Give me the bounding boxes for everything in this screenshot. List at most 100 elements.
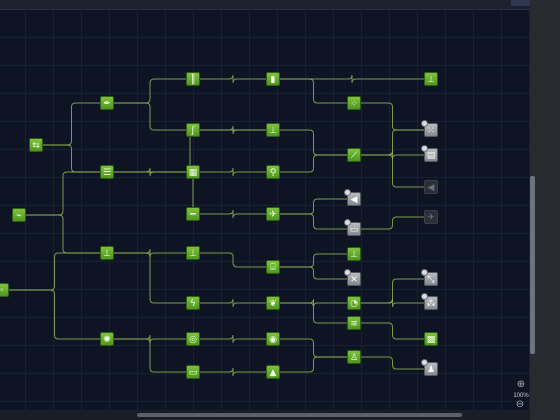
network-icon: ⁂ [426, 299, 436, 309]
radar-dish-node[interactable]: ⌁ [12, 208, 26, 222]
airplane-icon: ✈ [427, 213, 435, 223]
leaf-node[interactable]: ❦ [266, 296, 280, 310]
connection-wire [361, 154, 424, 188]
brush-node[interactable]: ʃ [186, 123, 200, 137]
input-port[interactable] [421, 120, 428, 127]
sensor-node-node[interactable]: ◦ [0, 283, 9, 297]
slash-icon: ⟋ [350, 151, 358, 161]
chip-node[interactable]: ▩ [424, 332, 438, 346]
probe-node[interactable]: ⊥ [266, 123, 280, 137]
play-back-icon: ◀ [350, 195, 358, 205]
connection-wire [26, 171, 100, 216]
connection-wire [200, 125, 266, 135]
input-port[interactable] [421, 269, 428, 276]
zoom-in-icon[interactable]: ⊕ [516, 380, 526, 390]
stack-icon: ☰ [102, 168, 112, 178]
probe-icon: ⊥ [269, 126, 277, 136]
input-port[interactable] [421, 293, 428, 300]
vial-icon: ⊥ [350, 250, 358, 260]
connection-wire [361, 356, 424, 370]
input-port[interactable] [421, 145, 428, 152]
scatter-icon: ⁙ [427, 126, 435, 136]
menu-node[interactable]: ≡ [347, 316, 361, 330]
airplane-node[interactable]: ✈ [424, 210, 438, 224]
tower-node[interactable]: ║ [186, 72, 200, 86]
bicycle-node[interactable]: ⚲ [266, 165, 280, 179]
lightbulb-icon: ✺ [103, 335, 111, 345]
shuffle-icon: ⇆ [32, 141, 40, 151]
connection-wire [200, 167, 266, 177]
brush-icon: ʃ [191, 126, 195, 136]
connection-wire [280, 78, 347, 104]
connection-wire [280, 213, 347, 230]
connection-wire [9, 252, 100, 291]
toolbar-corner-button[interactable] [511, 0, 530, 6]
node-graph-canvas[interactable]: ⇆✒⌁◦✐▦⊥✺║ʃ☰━⊥ϟ◎▭▮⊥⚲✈⌸❦◉▲⁘⟋⊥◔≡♙⁂▩⊥⁙▤◀▭✕⟍♟… [0, 10, 530, 410]
monitor-icon: ▭ [349, 225, 359, 235]
shuffle-node[interactable]: ⇆ [29, 138, 43, 152]
vertical-scrollbar-thumb[interactable] [530, 176, 535, 354]
top-toolbar [0, 0, 530, 10]
connection-wire [280, 302, 347, 324]
connection-wire [280, 356, 347, 373]
tower-icon: ║ [190, 75, 196, 85]
connection-wire [280, 74, 424, 84]
connection-wire [114, 252, 186, 304]
connection-wire [114, 102, 186, 131]
slider-node[interactable]: ━ [186, 207, 200, 221]
play-back-node[interactable]: ◀ [424, 180, 438, 194]
antenna-icon: ⊥ [103, 249, 111, 259]
slider-icon: ━ [190, 210, 196, 220]
pie-icon: ◔ [350, 299, 358, 309]
probe-node[interactable]: ⊥ [186, 246, 200, 260]
leaf-icon: ❦ [269, 299, 277, 309]
lightbulb-node[interactable]: ✺ [100, 332, 114, 346]
grid-node[interactable]: ▦ [186, 165, 200, 179]
probe-icon: ⊥ [189, 249, 197, 259]
fountain-pen-node[interactable]: ✒ [100, 96, 114, 110]
vial-node[interactable]: ⊥ [347, 247, 361, 261]
connection-wire [361, 216, 424, 230]
pie-node[interactable]: ◔ [347, 296, 361, 310]
tablet-icon: ▤ [426, 151, 436, 161]
connection-wire [361, 298, 424, 308]
probe-icon: ⊥ [427, 75, 435, 85]
input-port[interactable] [344, 219, 351, 226]
projector-icon: ◉ [269, 335, 277, 345]
input-port[interactable] [421, 359, 428, 366]
connection-wire [200, 334, 266, 344]
radar-dish-icon: ⌁ [16, 211, 22, 221]
person-node[interactable]: ♙ [347, 350, 361, 364]
battery-icon: ▮ [270, 75, 276, 85]
connection-wire [280, 198, 347, 215]
cart-node[interactable]: ▭ [186, 365, 200, 379]
dots-node[interactable]: ⁘ [347, 96, 361, 110]
connection-wire [200, 252, 266, 268]
rocket-icon: ▲ [269, 368, 277, 378]
accordion-icon: ⌸ [270, 263, 276, 273]
stack-node[interactable]: ☰ [100, 165, 114, 179]
slash-node[interactable]: ⟋ [347, 148, 361, 162]
sensor-node-icon: ◦ [0, 286, 5, 296]
connection-wire [114, 78, 186, 104]
input-port[interactable] [344, 269, 351, 276]
gauge-icon: ◎ [189, 335, 197, 345]
airplane-icon: ✈ [269, 210, 277, 220]
antenna-node[interactable]: ⊥ [100, 246, 114, 260]
rocket-node[interactable]: ▲ [266, 365, 280, 379]
input-port[interactable] [344, 189, 351, 196]
bolt-icon: ϟ [190, 299, 196, 309]
tool-icon: ⤡ [427, 275, 435, 285]
connection-wire [280, 253, 347, 268]
battery-node[interactable]: ▮ [266, 72, 280, 86]
probe-node[interactable]: ⊥ [424, 72, 438, 86]
gauge-node[interactable]: ◎ [186, 332, 200, 346]
airplane-node[interactable]: ✈ [266, 207, 280, 221]
zoom-out-icon[interactable]: ⊖ [515, 400, 525, 410]
grid-icon: ▦ [188, 168, 198, 178]
connection-wire [200, 74, 266, 84]
horizontal-scrollbar-thumb[interactable] [137, 413, 462, 417]
bolt-node[interactable]: ϟ [186, 296, 200, 310]
projector-node[interactable]: ◉ [266, 332, 280, 346]
accordion-node[interactable]: ⌸ [266, 260, 280, 274]
